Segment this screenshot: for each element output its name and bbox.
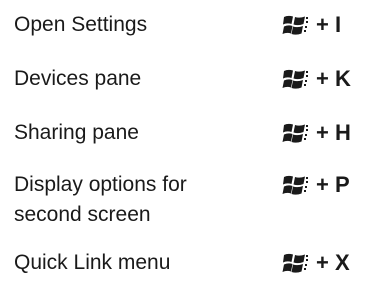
shortcut-description-line: Sharing pane — [14, 121, 139, 144]
shortcut-description-line: Display options for — [14, 173, 187, 196]
shortcut-keys: + P — [282, 170, 350, 200]
shortcut-list: Open Settings + I Devices pane + K Shari… — [0, 0, 373, 286]
shortcut-key: + H — [316, 120, 351, 145]
windows-logo-icon — [282, 123, 308, 143]
shortcut-keys: + X — [282, 248, 350, 278]
windows-logo-icon — [282, 175, 308, 195]
shortcut-description: Devices pane — [14, 64, 141, 94]
shortcut-description: Quick Link menu — [14, 248, 170, 278]
shortcut-description-line: Open Settings — [14, 13, 148, 36]
windows-logo-icon — [282, 15, 308, 35]
shortcut-keys: + I — [282, 10, 341, 40]
windows-logo-icon — [282, 253, 308, 273]
shortcut-key: + P — [316, 172, 350, 197]
shortcut-description-line: second screen — [14, 203, 151, 226]
windows-logo-icon — [282, 69, 308, 89]
shortcut-description-line: Quick Link menu — [14, 251, 171, 274]
shortcut-description: Open Settings — [14, 10, 147, 40]
shortcut-key: + K — [316, 66, 351, 91]
shortcut-description-line: Devices pane — [14, 67, 142, 90]
shortcut-keys: + K — [282, 64, 351, 94]
shortcut-description: Sharing pane — [14, 118, 139, 148]
shortcut-description: Display options for second screen — [14, 170, 187, 230]
shortcut-keys: + H — [282, 118, 351, 148]
shortcut-key: + X — [316, 250, 350, 275]
shortcut-key: + I — [316, 12, 342, 37]
